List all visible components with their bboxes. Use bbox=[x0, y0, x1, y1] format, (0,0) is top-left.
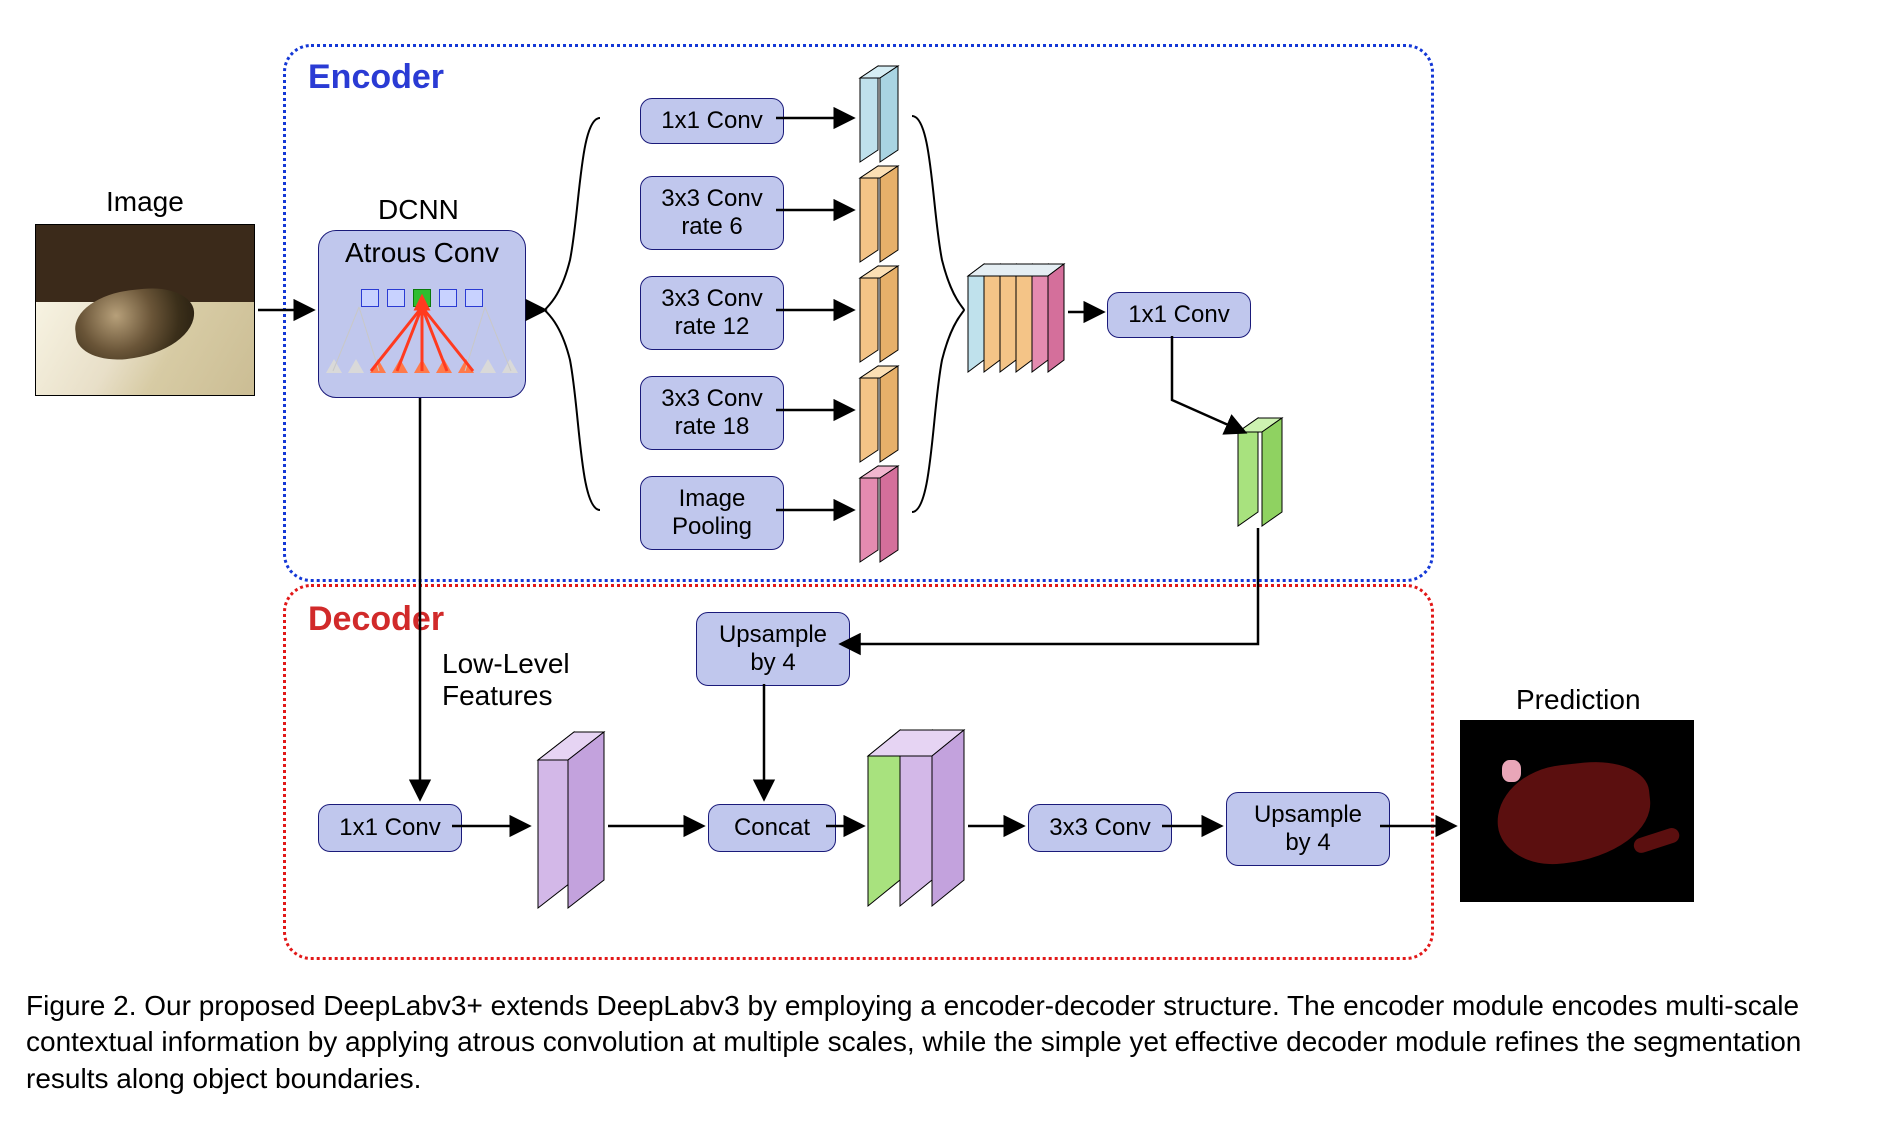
decoder-upsample-2-line2: by 4 bbox=[1285, 829, 1330, 857]
dcnn-block: Atrous Conv bbox=[318, 230, 526, 398]
aspp-3x3-rate12: 3x3 Conv rate 12 bbox=[640, 276, 784, 350]
aspp-3x3-rate12-line2: rate 12 bbox=[675, 313, 750, 341]
aspp-3x3-rate12-line1: 3x3 Conv bbox=[661, 285, 762, 313]
decoder-concat: Concat bbox=[708, 804, 836, 852]
aspp-image-pooling: Image Pooling bbox=[640, 476, 784, 550]
aspp-3x3-rate18-line2: rate 18 bbox=[675, 413, 750, 441]
aspp-3x3-rate6-line1: 3x3 Conv bbox=[661, 185, 762, 213]
decoder-upsample-1-line1: Upsample bbox=[719, 621, 827, 649]
prediction-image bbox=[1460, 720, 1694, 902]
decoder-upsample-2: Upsample by 4 bbox=[1226, 792, 1390, 866]
figure-caption: Figure 2. Our proposed DeepLabv3+ extend… bbox=[26, 988, 1866, 1097]
decoder-box bbox=[283, 584, 1434, 960]
decoder-3x3-conv: 3x3 Conv bbox=[1028, 804, 1172, 852]
deeplabv3plus-diagram: Encoder Decoder Image DCNN Atrous Conv bbox=[0, 0, 1896, 1132]
decoder-1x1-conv: 1x1 Conv bbox=[318, 804, 462, 852]
atrous-rays-icon bbox=[319, 231, 525, 397]
prediction-label: Prediction bbox=[1516, 684, 1641, 716]
aspp-image-pooling-line1: Image bbox=[679, 485, 746, 513]
encoder-1x1-conv: 1x1 Conv bbox=[1107, 292, 1251, 338]
decoder-label: Decoder bbox=[308, 600, 444, 639]
aspp-1x1-conv: 1x1 Conv bbox=[640, 98, 784, 144]
aspp-3x3-rate18-line1: 3x3 Conv bbox=[661, 385, 762, 413]
aspp-image-pooling-line2: Pooling bbox=[672, 513, 752, 541]
decoder-upsample-2-line1: Upsample bbox=[1254, 801, 1362, 829]
input-image bbox=[35, 224, 255, 396]
decoder-upsample-1: Upsample by 4 bbox=[696, 612, 850, 686]
input-image-label: Image bbox=[106, 186, 184, 218]
low-level-features-label: Low-Level Features bbox=[442, 648, 570, 712]
dcnn-label: DCNN bbox=[378, 194, 459, 226]
decoder-upsample-1-line2: by 4 bbox=[750, 649, 795, 677]
encoder-label: Encoder bbox=[308, 58, 444, 97]
aspp-3x3-rate18: 3x3 Conv rate 18 bbox=[640, 376, 784, 450]
aspp-3x3-rate6-line2: rate 6 bbox=[681, 213, 742, 241]
aspp-3x3-rate6: 3x3 Conv rate 6 bbox=[640, 176, 784, 250]
